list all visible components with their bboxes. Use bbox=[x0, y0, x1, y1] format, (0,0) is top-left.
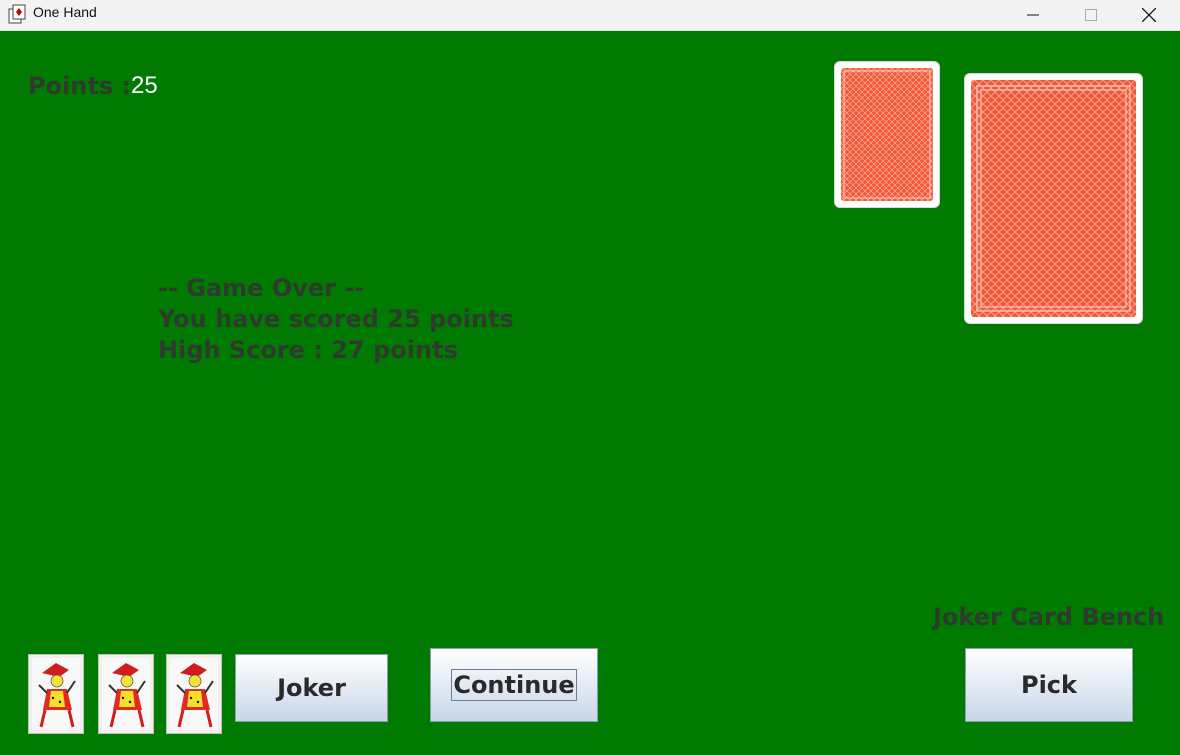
joker-card[interactable] bbox=[98, 654, 154, 734]
card-back-pattern bbox=[971, 80, 1136, 317]
joker-icon bbox=[102, 658, 150, 730]
app-icon bbox=[8, 4, 26, 24]
card-back-pattern bbox=[841, 68, 933, 201]
joker-bench-label: Joker Card Bench bbox=[933, 603, 1165, 631]
continue-button[interactable]: Continue bbox=[430, 648, 598, 722]
joker-icon bbox=[32, 658, 80, 730]
close-button[interactable] bbox=[1120, 0, 1178, 30]
minimize-icon bbox=[1027, 14, 1039, 16]
draw-pile-card[interactable] bbox=[965, 74, 1142, 323]
score-message: You have scored 25 points bbox=[158, 305, 514, 333]
joker-button-label: Joker bbox=[277, 674, 346, 702]
close-icon bbox=[1142, 8, 1156, 22]
pick-button-label: Pick bbox=[1020, 671, 1077, 699]
joker-card[interactable] bbox=[166, 654, 222, 734]
continue-button-label: Continue bbox=[451, 669, 577, 701]
maximize-button[interactable] bbox=[1062, 0, 1120, 30]
minimize-button[interactable] bbox=[1004, 0, 1062, 30]
joker-button[interactable]: Joker bbox=[235, 654, 388, 722]
title-bar: One Hand bbox=[0, 0, 1180, 31]
maximize-icon bbox=[1085, 9, 1097, 21]
points-value: 25 bbox=[131, 72, 158, 99]
pick-button[interactable]: Pick bbox=[965, 648, 1133, 722]
points-label: Points : bbox=[28, 72, 132, 100]
game-over-message: -- Game Over -- bbox=[158, 274, 365, 302]
high-score-message: High Score : 27 points bbox=[158, 336, 458, 364]
joker-icon bbox=[170, 658, 218, 730]
joker-card[interactable] bbox=[28, 654, 84, 734]
window-title: One Hand bbox=[33, 4, 97, 20]
discard-pile-card[interactable] bbox=[835, 62, 939, 207]
